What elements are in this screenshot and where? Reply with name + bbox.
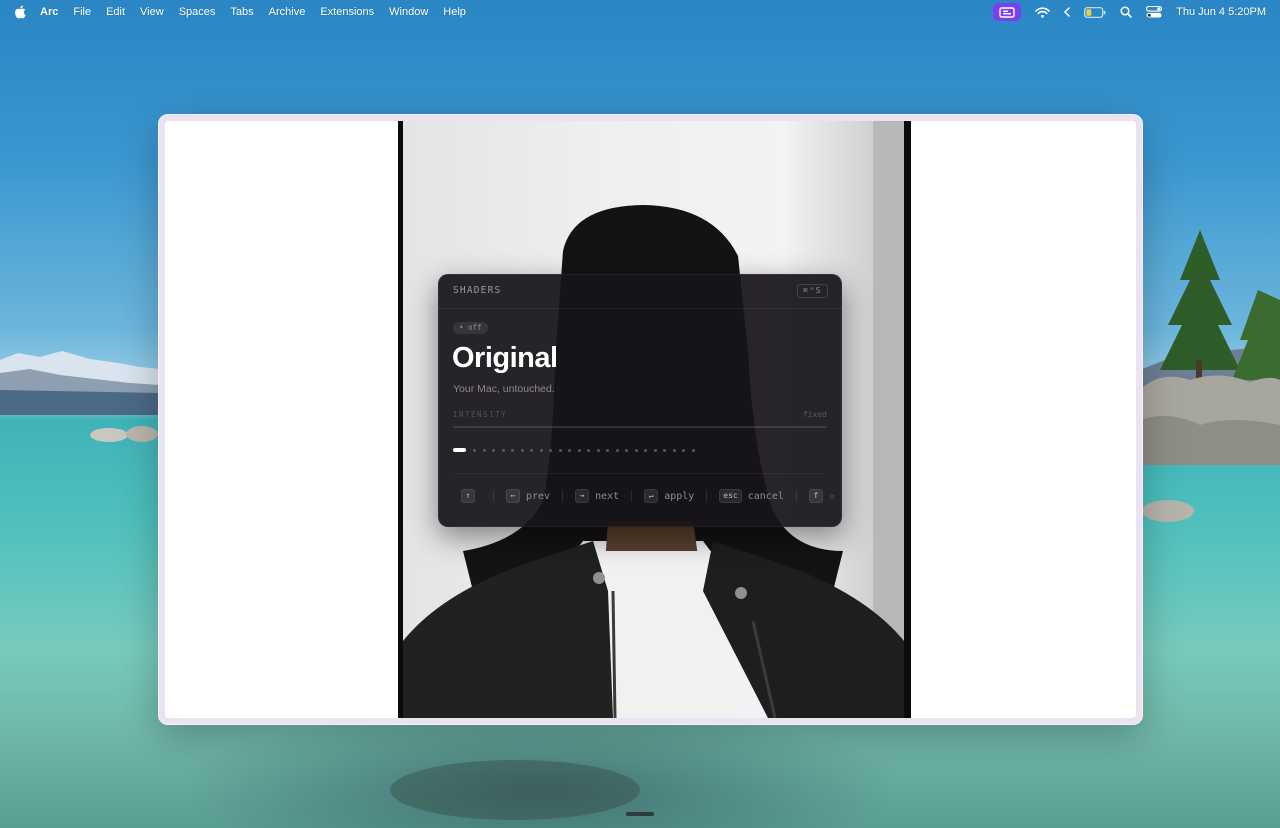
shader-dot[interactable]	[558, 448, 562, 452]
shader-dot[interactable]	[539, 448, 543, 452]
menu-view[interactable]: View	[140, 0, 164, 24]
menu-archive[interactable]: Archive	[269, 0, 306, 24]
shader-dot-active[interactable]	[453, 448, 466, 452]
prev-label: prev	[526, 490, 551, 502]
shader-dot[interactable]	[672, 448, 676, 452]
intensity-label: INTENSITY	[453, 410, 508, 419]
menu-file[interactable]: File	[73, 0, 91, 24]
hint-apply[interactable]: ↵ apply	[644, 489, 694, 503]
shaders-panel: SHADERS ⌘⌃S • off Original Your Mac, unt…	[438, 274, 842, 527]
shader-dot[interactable]	[653, 448, 657, 452]
shader-dot[interactable]	[625, 448, 628, 452]
f-key: f	[808, 489, 823, 503]
rock-scenery	[1142, 500, 1194, 522]
shader-dot[interactable]	[596, 448, 600, 452]
shader-dot[interactable]	[501, 448, 505, 452]
return-key: ↵	[644, 489, 659, 503]
esc-key: esc	[719, 489, 742, 503]
rock-scenery	[90, 428, 128, 442]
hint-separator	[493, 490, 494, 502]
left-arrow-key: ←	[506, 489, 520, 503]
up-key: ↑	[461, 489, 475, 503]
menu-tabs[interactable]: Tabs	[230, 0, 253, 24]
status-chip: • off	[453, 322, 488, 334]
shader-pager-dots	[453, 448, 701, 452]
hint-up[interactable]: ↑	[461, 489, 481, 503]
menu-app-arc[interactable]: Arc	[40, 0, 58, 24]
menu-bar-clock[interactable]: Thu Jun 4 5:20PM	[1176, 6, 1266, 18]
shader-dot[interactable]	[587, 448, 590, 452]
shader-dot[interactable]	[492, 448, 495, 452]
menu-extensions[interactable]: Extensions	[320, 0, 374, 24]
menu-help[interactable]: Help	[443, 0, 466, 24]
shortcut-badge: ⌘⌃S	[797, 284, 828, 298]
menu-window[interactable]: Window	[389, 0, 428, 24]
panel-title: SHADERS	[453, 285, 502, 296]
intensity-value: fixed	[802, 410, 827, 419]
keyboard-hints: ↑ ← prev → next ↵ apply esc cancel f ☆ f…	[461, 489, 842, 503]
chevron-left-icon[interactable]	[1064, 7, 1070, 17]
hint-separator	[562, 490, 564, 502]
hint-separator	[706, 490, 708, 502]
spotlight-search-icon[interactable]	[1120, 6, 1132, 18]
underwater-rock-scenery	[390, 760, 640, 820]
hint-separator	[631, 490, 633, 502]
apply-label: apply	[664, 490, 695, 502]
status-area: Thu Jun 4 5:20PM	[979, 0, 1266, 24]
shader-dot[interactable]	[682, 448, 685, 452]
shader-dot[interactable]	[577, 448, 581, 452]
shader-dot[interactable]	[520, 448, 524, 452]
hint-next[interactable]: → next	[575, 489, 619, 503]
shader-dot[interactable]	[615, 448, 619, 452]
shader-dot[interactable]	[482, 448, 486, 452]
divider	[453, 473, 827, 474]
hint-favorite[interactable]: f ☆ fa	[808, 489, 842, 503]
dock-handle[interactable]	[626, 812, 654, 816]
battery-icon[interactable]	[1084, 6, 1106, 18]
intensity-slider[interactable]	[453, 426, 827, 428]
hint-cancel[interactable]: esc cancel	[719, 489, 784, 503]
shader-dot[interactable]	[549, 448, 552, 452]
shader-dot[interactable]	[511, 448, 514, 452]
right-arrow-key: →	[575, 489, 590, 503]
shaders-menu-extra-icon[interactable]	[993, 3, 1022, 21]
shader-dot[interactable]	[644, 448, 647, 452]
apple-menu-icon[interactable]	[14, 5, 26, 19]
control-center-icon[interactable]	[1146, 6, 1163, 18]
shader-dot[interactable]	[663, 448, 666, 452]
menu-bar: Arc File Edit View Spaces Tabs Archive E…	[0, 0, 1280, 24]
menu-spaces[interactable]: Spaces	[179, 0, 216, 24]
shader-dot[interactable]	[530, 448, 533, 452]
hint-separator	[795, 490, 797, 502]
shader-dot[interactable]	[691, 448, 695, 452]
shader-dot[interactable]	[634, 448, 638, 452]
panel-header: SHADERS ⌘⌃S	[438, 274, 842, 309]
wifi-icon[interactable]	[1035, 6, 1050, 18]
shader-dot[interactable]	[473, 448, 476, 452]
shader-description: Your Mac, untouched.	[453, 383, 555, 395]
rock-scenery	[126, 426, 158, 442]
shader-dot[interactable]	[568, 448, 571, 452]
cancel-label: cancel	[747, 490, 784, 502]
shader-dot[interactable]	[606, 448, 609, 452]
next-label: next	[595, 490, 620, 502]
shader-name: Original	[452, 342, 558, 374]
pine-island-scenery	[1140, 230, 1280, 465]
hint-prev[interactable]: ← prev	[506, 489, 550, 503]
mountain-scenery	[0, 351, 160, 415]
favorite-label: ☆ fa	[828, 490, 842, 502]
menu-edit[interactable]: Edit	[106, 0, 125, 24]
